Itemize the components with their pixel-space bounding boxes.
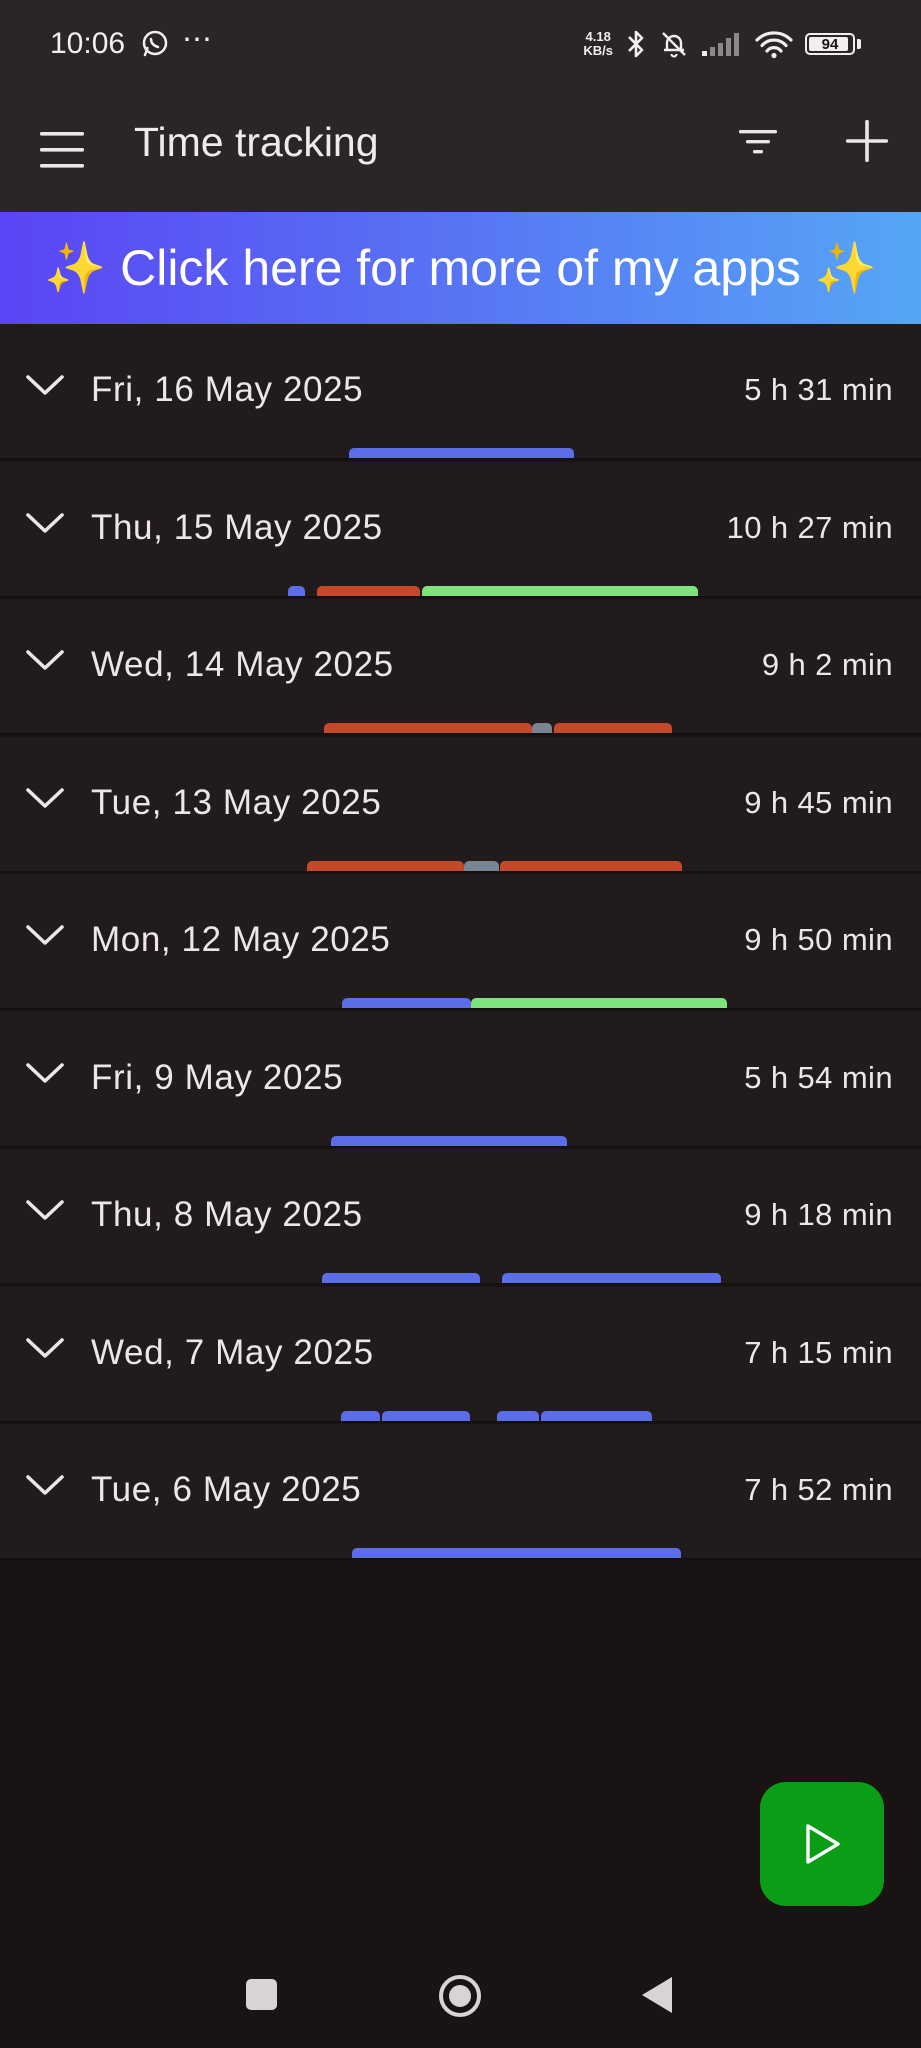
day-total-duration: 7 h 15 min — [744, 1334, 893, 1370]
day-date: Fri, 9 May 2025 — [91, 1057, 344, 1097]
start-timer-button[interactable] — [760, 1782, 884, 1906]
day-row[interactable]: Fri, 9 May 2025 5 h 54 min — [0, 1011, 921, 1148]
day-date: Wed, 14 May 2025 — [91, 645, 394, 684]
timeline-segment — [463, 860, 499, 871]
timeline-segment — [287, 585, 306, 596]
day-row[interactable]: Wed, 7 May 2025 7 h 15 min — [0, 1286, 921, 1423]
timeline-segment — [496, 1410, 540, 1421]
bluetooth-icon — [628, 30, 644, 58]
day-row[interactable]: Wed, 14 May 2025 9 h 2 min — [0, 599, 921, 735]
timeline-segment — [306, 860, 464, 871]
chevron-down-icon[interactable] — [24, 1060, 66, 1086]
signal-icon — [702, 33, 739, 56]
day-row[interactable]: Thu, 8 May 2025 9 h 18 min — [0, 1149, 921, 1285]
battery-level: 94 — [821, 35, 839, 53]
timeline-segment — [382, 1410, 470, 1421]
timeline-segment — [352, 1548, 682, 1558]
day-row[interactable]: Thu, 15 May 2025 10 h 27 min — [0, 461, 921, 598]
day-date: Mon, 12 May 2025 — [91, 920, 391, 959]
timeline-segment — [553, 723, 672, 733]
day-total-duration: 9 h 2 min — [761, 647, 893, 682]
timeline-segment — [421, 585, 698, 596]
timeline-segment — [316, 585, 421, 596]
net-speed-value: 4.18 — [585, 29, 611, 44]
timeline-segment — [531, 723, 553, 733]
menu-icon[interactable] — [38, 126, 86, 174]
day-total-duration: 9 h 50 min — [744, 922, 893, 957]
chevron-down-icon[interactable] — [24, 647, 66, 673]
chevron-down-icon[interactable] — [24, 510, 66, 536]
day-date: Thu, 8 May 2025 — [91, 1195, 363, 1234]
filter-icon[interactable] — [738, 122, 778, 162]
timeline-segment — [342, 998, 472, 1008]
battery-tip — [857, 39, 861, 49]
day-total-duration: 7 h 52 min — [744, 1472, 893, 1507]
timeline-segment — [502, 1273, 721, 1283]
bell-off-icon — [662, 32, 686, 58]
chevron-down-icon[interactable] — [24, 922, 66, 948]
status-time: 10:06 — [50, 27, 126, 60]
timeline-segment — [331, 1135, 568, 1146]
day-total-duration: 9 h 18 min — [744, 1197, 893, 1232]
day-timeline — [0, 1273, 921, 1283]
wifi-icon — [755, 31, 793, 59]
day-date: Wed, 7 May 2025 — [91, 1332, 374, 1372]
timeline-segment — [348, 448, 575, 458]
day-row[interactable]: Fri, 16 May 2025 5 h 31 min — [0, 324, 921, 460]
day-date: Thu, 15 May 2025 — [91, 507, 383, 547]
timeline-segment — [541, 1410, 653, 1421]
day-date: Tue, 13 May 2025 — [91, 782, 382, 822]
back-triangle-icon[interactable] — [640, 1975, 674, 2015]
day-timeline — [0, 723, 921, 733]
timeline-segment — [324, 723, 532, 733]
day-row[interactable]: Tue, 13 May 2025 9 h 45 min — [0, 736, 921, 873]
home-circle-icon[interactable] — [438, 1974, 482, 2018]
timeline-segment — [322, 1273, 481, 1283]
day-timeline — [0, 448, 921, 458]
day-date: Tue, 6 May 2025 — [91, 1470, 362, 1509]
system-status-icons: 4.18 KB/s 94 — [583, 26, 861, 62]
play-icon — [806, 1824, 840, 1864]
day-timeline — [0, 998, 921, 1008]
day-total-duration: 5 h 54 min — [744, 1059, 893, 1095]
promo-banner[interactable]: ✨ Click here for more of my apps ✨ — [0, 212, 921, 324]
page-title: Time tracking — [134, 119, 379, 165]
recents-square-icon[interactable] — [246, 1979, 277, 2010]
day-timeline — [0, 1548, 921, 1558]
timeline-segment — [471, 998, 727, 1008]
day-list: Fri, 16 May 2025 5 h 31 min Thu, 15 May 20… — [0, 324, 921, 1560]
app-bar: Time tracking — [0, 86, 921, 212]
day-row[interactable]: Tue, 6 May 2025 7 h 52 min — [0, 1424, 921, 1560]
day-timeline — [0, 860, 921, 871]
promo-text: ✨ Click here for more of my apps ✨ — [43, 239, 878, 296]
net-speed: 4.18 KB/s — [583, 30, 613, 58]
chevron-down-icon[interactable] — [24, 372, 66, 398]
day-date: Fri, 16 May 2025 — [91, 370, 364, 409]
add-icon[interactable] — [842, 116, 892, 166]
net-speed-unit: KB/s — [583, 43, 613, 58]
day-row[interactable]: Mon, 12 May 2025 9 h 50 min — [0, 874, 921, 1010]
day-timeline — [0, 1135, 921, 1146]
day-total-duration: 5 h 31 min — [744, 372, 893, 407]
day-timeline — [0, 1410, 921, 1421]
day-timeline — [0, 585, 921, 596]
chevron-down-icon[interactable] — [24, 1335, 66, 1361]
day-total-duration: 9 h 45 min — [744, 784, 893, 820]
whatsapp-icon — [142, 30, 168, 57]
more-dots-icon: ⋯ — [182, 23, 213, 56]
timeline-segment — [500, 860, 682, 871]
day-total-duration: 10 h 27 min — [726, 509, 893, 545]
chevron-down-icon[interactable] — [24, 1472, 66, 1498]
chevron-down-icon[interactable] — [24, 785, 66, 811]
battery-icon: 94 — [805, 33, 855, 55]
chevron-down-icon[interactable] — [24, 1197, 66, 1223]
timeline-segment — [341, 1410, 380, 1421]
status-bar: 10:06 ⋯ 4.18 KB/s 94 — [0, 0, 921, 86]
